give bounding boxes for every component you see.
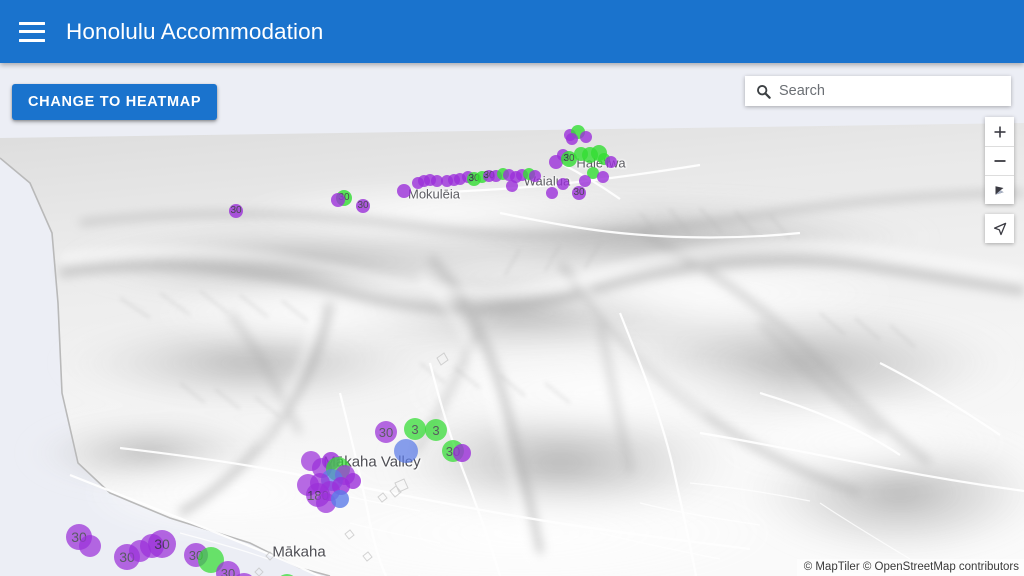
map-cluster-marker[interactable] <box>529 170 541 182</box>
map-cluster-marker[interactable]: 30 <box>572 186 586 200</box>
map-cluster-marker-count: 30 <box>154 537 170 551</box>
hamburger-menu-icon[interactable] <box>19 22 45 42</box>
map-cluster-marker[interactable] <box>394 439 418 463</box>
map-attribution[interactable]: © MapTiler © OpenStreetMap contributors <box>797 559 1024 576</box>
map-cluster-marker[interactable] <box>397 184 411 198</box>
map-cluster-marker-count: 30 <box>379 426 393 439</box>
map-cluster-marker-count: 3 <box>432 424 439 437</box>
map-application: Honolulu Accommodation <box>0 0 1024 576</box>
map-cluster-marker[interactable] <box>579 175 591 187</box>
map-cluster-marker[interactable]: 30 <box>356 199 370 213</box>
search-icon <box>756 84 771 99</box>
zoom-out-button[interactable] <box>985 146 1014 175</box>
search-input[interactable] <box>779 76 1011 106</box>
map-cluster-marker[interactable] <box>331 490 349 508</box>
search-box[interactable] <box>745 76 1011 106</box>
zoom-in-button[interactable] <box>985 117 1014 146</box>
map-cluster-marker[interactable]: 30 <box>148 530 176 558</box>
change-to-heatmap-button[interactable]: CHANGE TO HEATMAP <box>12 84 217 120</box>
map-cluster-marker[interactable]: 30 <box>375 421 397 443</box>
map-cluster-marker[interactable] <box>605 156 617 168</box>
geolocate-control-group <box>985 214 1014 243</box>
map-cluster-marker[interactable]: 30 <box>229 204 243 218</box>
map-cluster-marker-count: 30 <box>563 154 574 164</box>
map-cluster-marker[interactable] <box>506 180 518 192</box>
page-title: Honolulu Accommodation <box>66 19 323 45</box>
map-cluster-marker[interactable] <box>79 535 101 557</box>
app-bar: Honolulu Accommodation <box>0 0 1024 63</box>
map-canvas[interactable]: MokulēiaWaialuaHaleʻiwaMākaha ValleyMāka… <box>0 63 1024 576</box>
map-cluster-marker-count: 30 <box>221 567 235 576</box>
map-cluster-marker[interactable] <box>546 187 558 199</box>
map-cluster-marker[interactable] <box>345 473 361 489</box>
map-cluster-marker[interactable] <box>557 178 569 190</box>
map-cluster-marker[interactable] <box>566 133 578 145</box>
compass-tilt-icon[interactable] <box>985 175 1014 204</box>
zoom-control-group <box>985 117 1014 204</box>
map-cluster-marker[interactable]: 3 <box>404 418 426 440</box>
map-cluster-marker[interactable]: 3 <box>425 419 447 441</box>
map-terrain <box>0 63 1024 576</box>
map-cluster-marker[interactable] <box>331 193 345 207</box>
navigation-arrow-icon[interactable] <box>985 214 1014 243</box>
map-cluster-marker[interactable] <box>597 171 609 183</box>
map-cluster-marker[interactable] <box>580 131 592 143</box>
map-cluster-marker[interactable] <box>453 444 471 462</box>
map-cluster-marker-count: 3 <box>411 423 418 436</box>
map-controls <box>985 117 1014 243</box>
map-cluster-marker-count: 30 <box>357 201 368 211</box>
map-cluster-marker-count: 30 <box>230 206 241 216</box>
map-cluster-marker-count: 30 <box>573 188 584 198</box>
